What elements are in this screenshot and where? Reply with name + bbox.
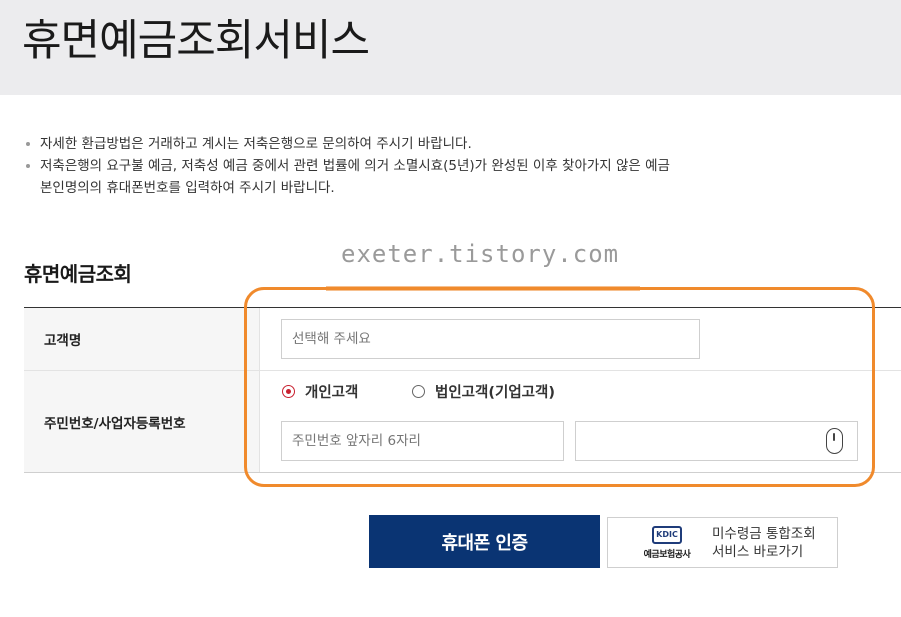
notice-item: 자세한 환급방법은 거래하고 계시는 저축은행으로 문의하여 주시기 바랍니다.: [22, 133, 742, 155]
radio-corporate[interactable]: 법인고객(기업고객): [412, 381, 555, 402]
column-divider: [259, 308, 260, 472]
radio-individual[interactable]: 개인고객: [282, 381, 358, 402]
notice-item: 저축은행의 요구불 예금, 저축성 예금 중에서 관련 법률에 의거 소멸시효(…: [22, 155, 742, 199]
notice-text: 본인명의의 휴대폰번호를 입력하여 주시기 바랍니다.: [40, 180, 335, 196]
kdic-logo: KDIC 예금보험공사: [632, 525, 702, 560]
radio-individual-label: 개인고객: [305, 385, 359, 401]
id-back-input[interactable]: [575, 421, 858, 461]
id-front-input[interactable]: [281, 421, 564, 461]
kdic-logo-icon: KDIC: [652, 525, 682, 544]
radio-unchecked-icon[interactable]: [412, 385, 425, 398]
kdic-label-line2: 서비스 바로가기: [712, 543, 804, 560]
section-title: 휴면예금조회: [24, 262, 132, 286]
page-header: 휴면예금조회서비스: [0, 0, 901, 95]
table-bottom-border: [24, 472, 901, 473]
radio-corporate-label: 법인고객(기업고객): [435, 385, 555, 401]
watermark: exeter.tistory.com: [341, 240, 620, 268]
kdic-logo-name: 예금보험공사: [643, 549, 691, 560]
highlight-accent: [326, 286, 640, 291]
kdic-service-button[interactable]: KDIC 예금보험공사 미수령금 통합조회 서비스 바로가기: [607, 517, 838, 568]
customer-name-select[interactable]: [281, 319, 700, 359]
mouse-icon[interactable]: [826, 428, 843, 454]
kdic-label-line1: 미수령금 통합조회: [712, 525, 816, 542]
customer-name-label: 고객명: [24, 308, 259, 370]
notice-text: 저축은행의 요구불 예금, 저축성 예금 중에서 관련 법률에 의거 소멸시효(…: [40, 158, 670, 174]
id-number-label: 주민번호/사업자등록번호: [24, 371, 259, 472]
notice-text: 자세한 환급방법은 거래하고 계시는 저축은행으로 문의하여 주시기 바랍니다.: [40, 136, 472, 152]
phone-auth-button[interactable]: 휴대폰 인증: [369, 515, 600, 568]
page-title: 휴면예금조회서비스: [22, 16, 370, 66]
kdic-button-label: 미수령금 통합조회 서비스 바로가기: [712, 525, 816, 561]
notice-list: 자세한 환급방법은 거래하고 계시는 저축은행으로 문의하여 주시기 바랍니다.…: [22, 133, 742, 199]
radio-checked-icon[interactable]: [282, 385, 295, 398]
